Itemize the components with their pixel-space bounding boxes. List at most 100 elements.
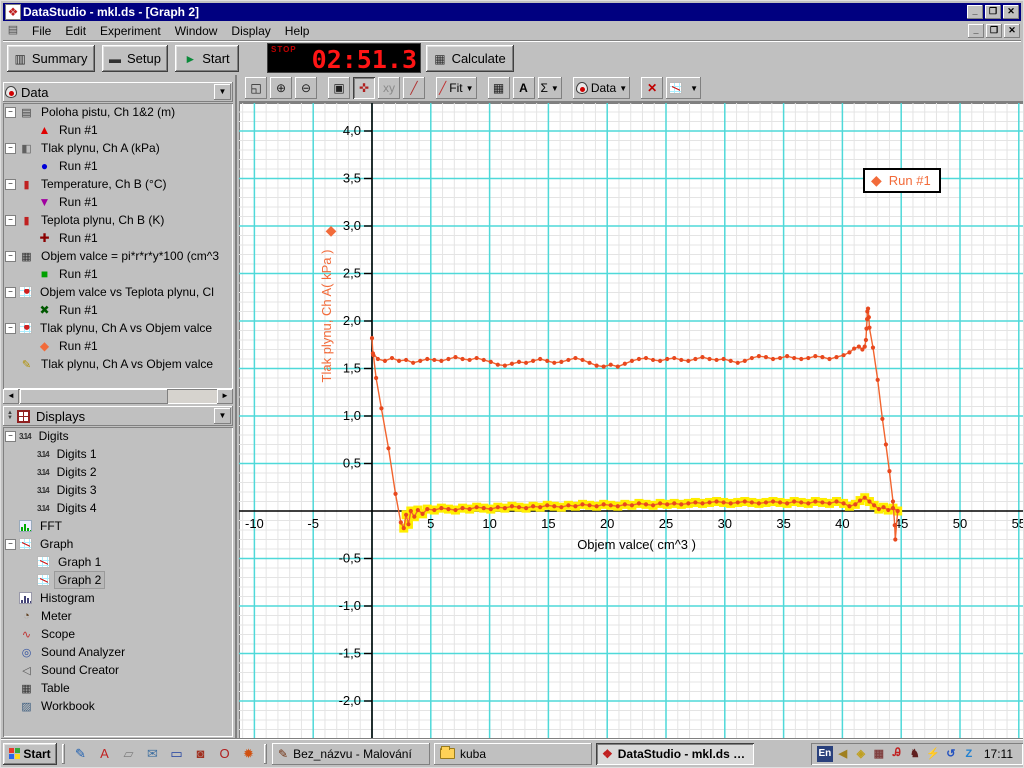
data-menu-button[interactable]: Data▼ [573,77,630,99]
setup-button[interactable]: ▬ Setup [102,45,168,72]
display-tree-item[interactable]: 3.14Digits 2 [3,463,233,481]
tray-power-icon[interactable]: ⚡ [925,746,941,762]
child-minimize-button[interactable]: _ [968,24,984,38]
fit-menu-button[interactable]: ╱Fit▼ [436,77,477,99]
statistics-button[interactable]: Σ▼ [538,77,562,99]
calculate-button[interactable]: ▦ Calculate [426,45,514,72]
tray-agent-icon[interactable]: ♞ [907,746,923,762]
zoom-select-button[interactable]: ▣ [328,77,350,99]
close-button[interactable]: ✕ [1003,5,1019,19]
tree-collapse-icon[interactable]: − [6,180,15,189]
scale-to-fit-button[interactable]: ◱ [245,77,267,99]
data-tree-item[interactable]: −▤Poloha pistu, Ch 1&2 (m) [3,103,233,121]
task-button[interactable]: ❖DataStudio - mkl.ds - ... [596,743,754,765]
displays-panel-dropdown-button[interactable]: ▼ [214,408,231,424]
data-tree-item[interactable]: −▦Objem valce = pi*r*r*y*100 (cm^3 [3,247,233,265]
display-tree-item[interactable]: Graph 2 [3,571,233,589]
data-tree-item[interactable]: −▮Temperature, Ch B (°C) [3,175,233,193]
tree-collapse-icon[interactable]: − [6,540,15,549]
tray-ati-icon[interactable]: Ꭿ [889,746,905,762]
data-tree-hscrollbar[interactable]: ◄ ► [3,389,233,404]
tray-connect-icon[interactable]: Z [961,746,977,762]
display-tree-item[interactable]: ◁Sound Creator [3,661,233,679]
zoom-out-button[interactable]: ⊖ [295,77,317,99]
data-panel-dropdown-button[interactable]: ▼ [214,84,231,100]
tray-language-indicator[interactable]: En [817,746,833,762]
data-tree-run-item[interactable]: ▼Run #1 [3,193,233,211]
display-tree-item[interactable]: ∿Scope [3,625,233,643]
display-tree-item[interactable]: 3.14Digits 4 [3,499,233,517]
quicklaunch-fire-icon[interactable]: ✹ [238,743,259,764]
data-tree-run-item[interactable]: ✖Run #1 [3,301,233,319]
legend-box[interactable]: ◆Run #1 [863,168,941,193]
display-tree-item[interactable]: ◎Sound Analyzer [3,643,233,661]
quicklaunch-acrobat-icon[interactable]: A [94,743,115,764]
panel-resize-handle[interactable]: ▲▼ [5,411,15,421]
menu-window[interactable]: Window [168,22,225,40]
menu-help[interactable]: Help [278,22,317,40]
start-menu-button[interactable]: Start [3,743,57,765]
data-tree-run-item[interactable]: ▲Run #1 [3,121,233,139]
quicklaunch-notes-icon[interactable]: ✎ [70,743,91,764]
display-tree-item[interactable]: −3.14Digits [3,427,233,445]
display-tree-item[interactable]: ▨Workbook [3,697,233,715]
tree-collapse-icon[interactable]: − [6,432,15,441]
task-button[interactable]: ✎Bez_názvu - Malování [272,743,430,765]
text-tool-button[interactable]: A [513,77,535,99]
scroll-right-arrow[interactable]: ► [217,389,233,404]
data-tree-item[interactable]: −Tlak plynu, Ch A vs Objem valce [3,319,233,337]
scroll-thumb[interactable] [20,389,168,404]
title-bar[interactable]: ❖ DataStudio - mkl.ds - [Graph 2] _ ❐ ✕ [3,3,1021,21]
tray-scheduler-icon[interactable]: ▦ [871,746,887,762]
zoom-in-button[interactable]: ⊕ [270,77,292,99]
minimize-button[interactable]: _ [967,5,983,19]
restore-button[interactable]: ❐ [985,5,1001,19]
menu-edit[interactable]: Edit [58,22,93,40]
data-tree-item[interactable]: ✎Tlak plynu, Ch A vs Objem valce [3,355,233,373]
menu-display[interactable]: Display [224,22,277,40]
display-tree-item[interactable]: 3.14Digits 1 [3,445,233,463]
display-tree-item[interactable]: Histogram [3,589,233,607]
displays-panel-header[interactable]: ▲▼ Displays ▼ [3,406,233,426]
plot-area[interactable]: -10-55101520253035404550554,03,53,02,52,… [239,103,1024,741]
quicklaunch-desktop-icon[interactable]: ▱ [118,743,139,764]
display-tree-item[interactable]: ▦Table [3,679,233,697]
data-tree-run-item[interactable]: ◆Run #1 [3,337,233,355]
quicklaunch-console-icon[interactable]: ▭ [166,743,187,764]
display-tree-item[interactable]: Graph 1 [3,553,233,571]
quicklaunch-opera-icon[interactable]: O [214,743,235,764]
tree-collapse-icon[interactable]: − [6,144,15,153]
tray-sync-icon[interactable]: ↺ [943,746,959,762]
data-panel-header[interactable]: Data ▼ [3,82,233,102]
slope-tool-button[interactable]: ╱ [403,77,425,99]
delete-button[interactable]: ✕ [641,77,663,99]
summary-button[interactable]: ▥ Summary [7,45,95,72]
tree-collapse-icon[interactable]: − [6,108,15,117]
tray-shield-icon[interactable]: ◈ [853,746,869,762]
scroll-left-arrow[interactable]: ◄ [3,389,19,404]
display-tree-item[interactable]: ◔Meter [3,607,233,625]
tree-collapse-icon[interactable]: − [6,324,15,333]
smart-tool-button[interactable]: ✜ [353,77,375,99]
display-tree-item[interactable]: −Graph [3,535,233,553]
data-tree-item[interactable]: −▮Teplota plynu, Ch B (K) [3,211,233,229]
child-close-button[interactable]: ✕ [1004,24,1020,38]
calculate-tool-button[interactable]: ▦ [488,77,510,99]
data-tree-run-item[interactable]: ●Run #1 [3,157,233,175]
graph-settings-button[interactable]: ▼ [666,77,701,99]
child-restore-button[interactable]: ❐ [986,24,1002,38]
tree-collapse-icon[interactable]: − [6,252,15,261]
quicklaunch-media-icon[interactable]: ◙ [190,743,211,764]
tree-collapse-icon[interactable]: − [6,216,15,225]
data-tree-item[interactable]: −◧Tlak plynu, Ch A (kPa) [3,139,233,157]
menu-file[interactable]: File [25,22,58,40]
task-button[interactable]: kuba [434,743,592,765]
display-tree-item[interactable]: FFT [3,517,233,535]
display-tree-item[interactable]: 3.14Digits 3 [3,481,233,499]
menu-experiment[interactable]: Experiment [93,22,168,40]
data-tree-run-item[interactable]: ✚Run #1 [3,229,233,247]
data-tree-item[interactable]: −Objem valce vs Teplota plynu, Cl [3,283,233,301]
start-button[interactable]: ► Start [175,45,239,72]
quicklaunch-mail-icon[interactable]: ✉ [142,743,163,764]
tray-volume-icon[interactable]: ◀ [835,746,851,762]
